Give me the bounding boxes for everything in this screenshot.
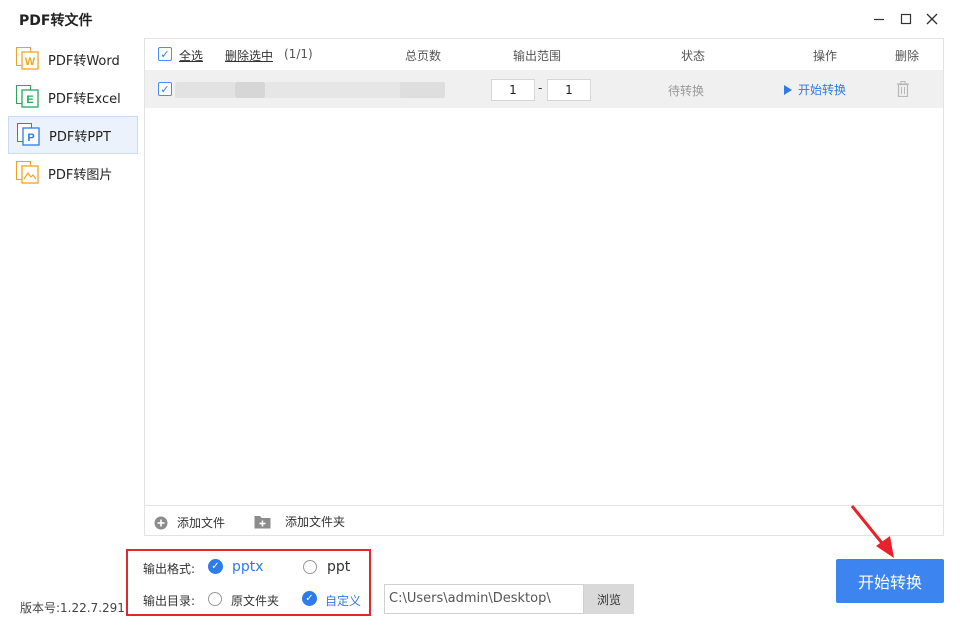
sidebar-item-label: PDF转PPT [49, 129, 111, 145]
sidebar-item-pdf-to-ppt[interactable]: P PDF转PPT [8, 116, 138, 154]
start-convert-row-button[interactable]: 开始转换 [784, 81, 846, 98]
sidebar-item-pdf-to-image[interactable]: PDF转图片 [8, 154, 138, 192]
output-format-label: 输出格式: [143, 562, 196, 576]
add-file-label: 添加文件 [177, 516, 226, 530]
version-text: 版本号:1.22.7.291 [20, 601, 125, 615]
image-file-icon [16, 161, 40, 185]
start-convert-button[interactable]: 开始转换 [836, 559, 944, 603]
add-folder-icon [254, 514, 271, 529]
add-folder-button[interactable]: 添加文件夹 [254, 513, 345, 530]
svg-text:W: W [25, 56, 36, 68]
play-icon [784, 84, 792, 95]
dir-custom-radio[interactable]: ✓ [302, 591, 317, 606]
format-pptx-label[interactable]: pptx [232, 559, 264, 575]
select-all-checkbox[interactable]: ✓ [158, 47, 172, 61]
browse-button[interactable]: 浏览 [584, 584, 634, 614]
range-separator: - [538, 81, 543, 95]
column-header-delete: 删除 [895, 49, 920, 63]
file-list-panel: ✓ 全选 删除选中 (1/1) 总页数 输出范围 状态 操作 删除 ✓ 1 - … [144, 38, 944, 536]
file-count: (1/1) [284, 47, 313, 61]
row-checkbox[interactable]: ✓ [158, 82, 172, 96]
range-from-input[interactable]: 1 [491, 79, 535, 101]
blurred-filename [235, 82, 265, 98]
range-to-input[interactable]: 1 [547, 79, 591, 101]
column-header-pages: 总页数 [405, 49, 442, 63]
delete-selected-link[interactable]: 删除选中 [225, 47, 273, 64]
minimize-icon[interactable] [869, 9, 889, 29]
sidebar-item-label: PDF转Excel [48, 91, 121, 107]
svg-text:E: E [26, 94, 33, 106]
panel-footer: 添加文件 添加文件夹 [145, 505, 943, 536]
dir-original-radio[interactable] [208, 592, 222, 606]
ppt-file-icon: P [17, 123, 41, 147]
sidebar-item-label: PDF转Word [48, 53, 120, 69]
blurred-filename [400, 82, 445, 98]
column-header-range: 输出范围 [513, 49, 562, 63]
add-folder-label: 添加文件夹 [285, 515, 346, 529]
format-ppt-radio[interactable] [303, 560, 317, 574]
word-file-icon: W [16, 47, 40, 71]
blurred-filename [175, 82, 235, 98]
window-title: PDF转文件 [19, 13, 93, 29]
column-header-status: 状态 [681, 49, 706, 63]
title-bar: PDF转文件 [0, 0, 960, 38]
output-path-input[interactable]: C:\Users\admin\Desktop\ [384, 584, 584, 614]
sidebar: W PDF转Word E PDF转Excel P PDF转PPT PDF转图片 [8, 40, 138, 192]
table-header: ✓ 全选 删除选中 (1/1) 总页数 输出范围 状态 操作 删除 [145, 39, 943, 69]
dir-custom-label[interactable]: 自定义 [325, 592, 361, 609]
maximize-icon[interactable] [896, 9, 916, 29]
red-arrow-icon [850, 505, 894, 558]
sidebar-item-label: PDF转图片 [48, 167, 113, 183]
svg-text:P: P [27, 132, 34, 144]
dir-original-label[interactable]: 原文件夹 [231, 592, 279, 609]
column-header-action: 操作 [813, 49, 838, 63]
status-text: 待转换 [668, 84, 705, 98]
excel-file-icon: E [16, 85, 40, 109]
add-file-button[interactable]: 添加文件 [154, 514, 225, 531]
output-dir-label: 输出目录: [143, 594, 196, 608]
select-all-link[interactable]: 全选 [179, 47, 203, 64]
add-circle-icon [154, 516, 168, 530]
trash-icon[interactable] [896, 81, 910, 101]
format-pptx-radio[interactable]: ✓ [208, 559, 223, 574]
table-row[interactable]: ✓ 1 - 1 待转换 开始转换 [145, 70, 943, 108]
start-convert-row-label: 开始转换 [798, 83, 847, 97]
format-ppt-label[interactable]: ppt [327, 559, 350, 575]
sidebar-item-pdf-to-excel[interactable]: E PDF转Excel [8, 78, 138, 116]
sidebar-item-pdf-to-word[interactable]: W PDF转Word [8, 40, 138, 78]
close-icon[interactable] [922, 9, 942, 29]
